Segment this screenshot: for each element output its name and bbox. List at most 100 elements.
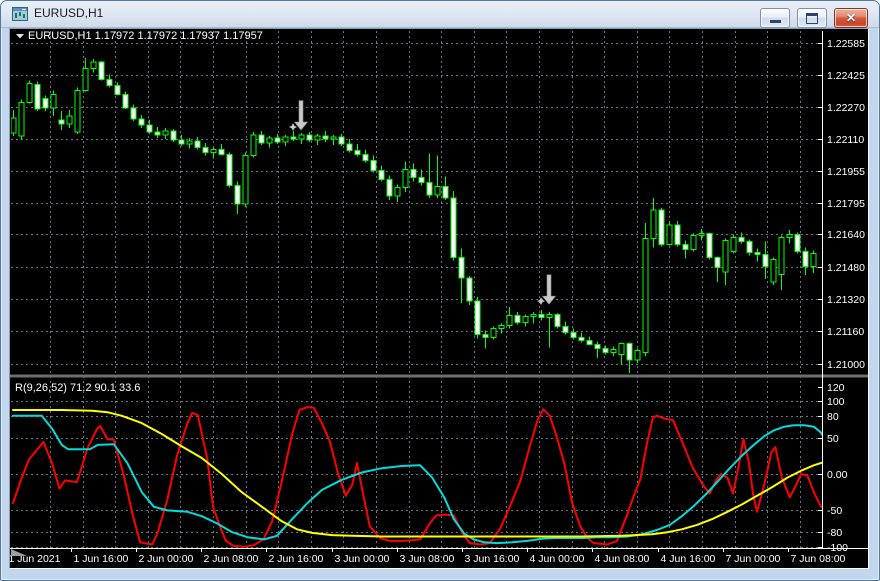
indicator-axis-label: 120 (827, 382, 845, 394)
close-button[interactable]: ✕ (834, 8, 868, 28)
time-axis-label: 4 Jun 08:00 (595, 553, 650, 565)
candle-body (50, 94, 57, 109)
candle-body (66, 115, 73, 125)
candle-body (698, 232, 705, 236)
candle-body (330, 136, 337, 140)
time-axis-label: 7 Jun 00:00 (726, 553, 781, 565)
candle-body (410, 169, 417, 179)
price-axis-label: 1.21480 (827, 262, 865, 274)
candle-body (90, 61, 97, 69)
candle-body (530, 313, 537, 317)
candle-body (714, 257, 721, 269)
candle-body (642, 237, 649, 354)
candle-body (346, 143, 353, 151)
price-axis-label: 1.21640 (827, 229, 865, 241)
time-axis-label: 4 Jun 00:00 (530, 553, 585, 565)
candle-body (170, 130, 177, 141)
time-axis-label: 2 Jun 00:00 (139, 553, 194, 565)
candle-body (594, 344, 601, 350)
price-axis-label: 1.22425 (827, 70, 865, 82)
candle-body (730, 236, 737, 253)
candle-body (394, 187, 401, 197)
candle-body (522, 315, 529, 323)
candle-body (554, 313, 561, 327)
candle-body (362, 153, 369, 161)
candle-body (378, 170, 385, 181)
candle-body (762, 254, 769, 268)
candle-body (194, 140, 201, 148)
chart-canvas[interactable]: 1.22585 1.22425 1.22270 1.22110 1.21955 1.217… (10, 29, 868, 568)
candle-body (426, 182, 433, 196)
minimize-icon (769, 20, 781, 23)
candle-body (418, 177, 425, 184)
candle-body (58, 119, 65, 125)
candle-body (434, 186, 441, 196)
candle-body (186, 140, 193, 145)
candle-body (442, 186, 449, 199)
candle-body (658, 209, 665, 245)
indicator-label: R(9,26,52) 71.2 90.1 33.6 (15, 382, 140, 394)
price-axis-label: 1.21795 (827, 198, 865, 210)
candle-body (690, 234, 697, 251)
price-axis-label: 1.22270 (827, 102, 865, 114)
candle-body (386, 179, 393, 197)
candle-body (74, 90, 81, 133)
minimize-button[interactable] (760, 8, 790, 28)
candle-body (250, 134, 257, 156)
candle-body (82, 67, 89, 92)
price-axis-label: 1.21320 (827, 294, 865, 306)
candle-body (202, 146, 209, 153)
candle-body (506, 314, 513, 326)
candle-body (570, 332, 577, 339)
candle-body (298, 134, 305, 140)
candle-body (746, 240, 753, 253)
candle-body (242, 154, 249, 205)
candle-body (562, 325, 569, 333)
candle-body (682, 243, 689, 250)
candle-body (514, 314, 521, 323)
indicator-axis-label: 50 (827, 433, 839, 445)
candle-body (738, 236, 745, 242)
candle-body (282, 136, 289, 143)
restore-button[interactable] (797, 8, 827, 28)
candle-body (11, 117, 17, 134)
candle-body (98, 61, 105, 80)
panel-splitter[interactable] (10, 374, 868, 378)
time-axis-label: 4 Jun 16:00 (661, 553, 716, 565)
candle-body (674, 224, 681, 245)
time-axis-label: 2 Jun 16:00 (269, 553, 324, 565)
time-axis-label: 7 Jun 08:00 (791, 553, 846, 565)
candle-body (338, 136, 345, 145)
candle-body (610, 349, 617, 354)
chart-window-icon (12, 6, 28, 22)
candle-body (106, 78, 113, 87)
titlebar[interactable]: EURUSD,H1 ✕ (1, 1, 879, 28)
candle-body (370, 159, 377, 171)
price-axis-label: 1.21955 (827, 166, 865, 178)
candle-body (498, 324, 505, 329)
candle-body (42, 98, 49, 109)
candle-body (306, 134, 313, 141)
candle-body (650, 209, 657, 239)
candle-body (810, 253, 817, 268)
candle-body (402, 169, 409, 189)
candle-body (322, 135, 329, 140)
candle-body (546, 313, 553, 318)
time-axis-label: 3 Jun 08:00 (400, 553, 455, 565)
candle-body (178, 139, 185, 145)
mt4-chart-window: EURUSD,H1 ✕ 1.22585 1.22425 1.22270 1.22110… (0, 0, 880, 581)
candle-body (290, 136, 297, 140)
candle-body (34, 84, 41, 110)
candle-body (154, 131, 161, 136)
price-axis-label: 1.21000 (827, 359, 865, 371)
candle-body (706, 232, 713, 259)
candle-body (450, 197, 457, 259)
candle-body (146, 124, 153, 133)
candle-body (786, 233, 793, 238)
candle-body (458, 257, 465, 279)
candle-body (234, 185, 241, 205)
candle-body (218, 148, 225, 155)
candle-body (210, 148, 217, 153)
candle-body (618, 343, 625, 356)
candle-body (114, 85, 121, 96)
